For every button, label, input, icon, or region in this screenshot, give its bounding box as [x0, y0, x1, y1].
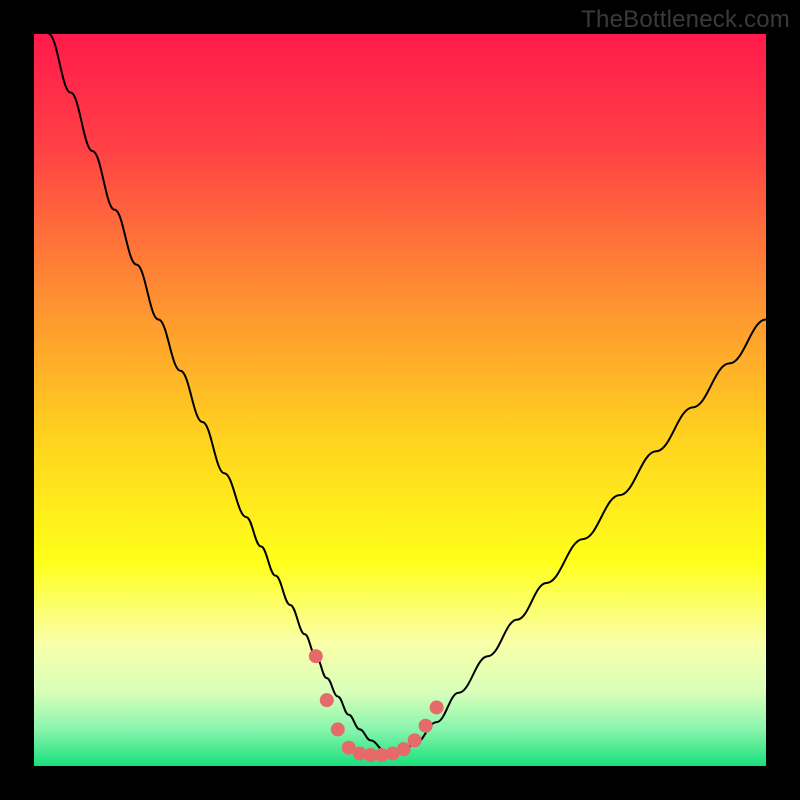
trough-marker	[430, 700, 444, 714]
trough-marker	[408, 733, 422, 747]
trough-marker	[331, 722, 345, 736]
chart-frame: TheBottleneck.com	[0, 0, 800, 800]
chart-svg	[34, 34, 766, 766]
watermark-text: TheBottleneck.com	[581, 6, 790, 34]
trough-marker	[309, 649, 323, 663]
trough-marker	[320, 693, 334, 707]
plot-area	[34, 34, 766, 766]
gradient-background	[34, 34, 766, 766]
trough-marker	[419, 719, 433, 733]
trough-marker	[397, 742, 411, 756]
